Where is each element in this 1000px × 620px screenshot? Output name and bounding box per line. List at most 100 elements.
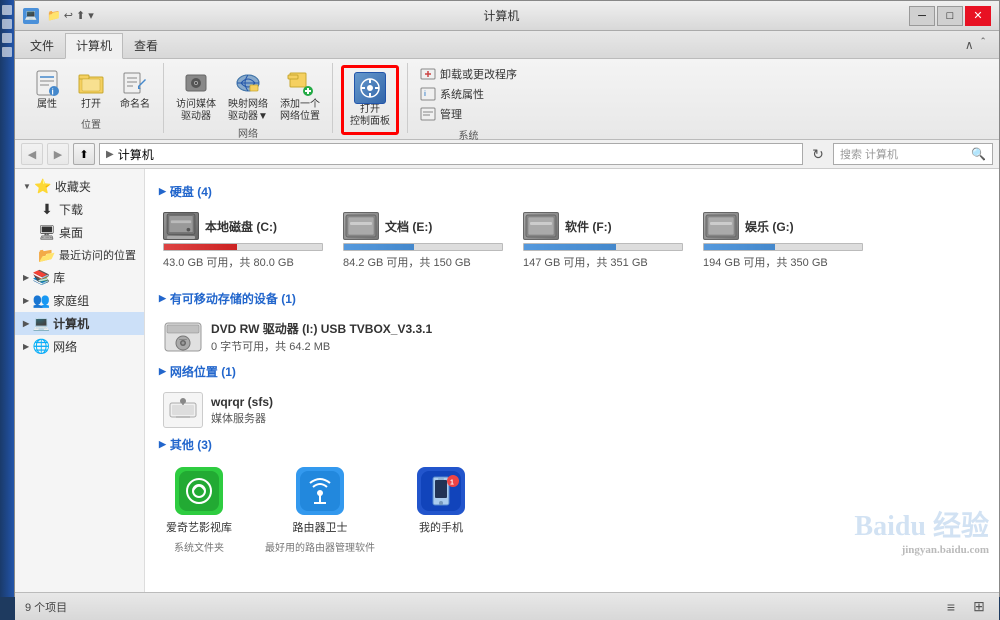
network-group-label: 网络 bbox=[238, 125, 258, 140]
other-grid: 爱奇艺影视库 系统文件夹 路由 bbox=[159, 461, 985, 560]
myphone-item[interactable]: 1 我的手机 bbox=[401, 461, 481, 560]
close-button[interactable]: ✕ bbox=[965, 6, 991, 26]
open-cp-button[interactable]: 打开控制面板 bbox=[346, 70, 394, 130]
uninstall-button[interactable]: 卸载或更改程序 bbox=[416, 65, 521, 83]
properties-icon: i bbox=[31, 67, 63, 99]
disk-g-bar-container bbox=[703, 243, 863, 251]
open-label: 打开 bbox=[81, 99, 101, 111]
forward-button[interactable]: ▶ bbox=[47, 143, 69, 165]
homegroup-icon: 👥 bbox=[33, 293, 49, 309]
title-bar-left: 💻 📁 ↩ ⬆ ▾ bbox=[23, 8, 94, 24]
network-location-info: wqrqr (sfs) 媒体服务器 bbox=[211, 395, 273, 426]
network-icon: 🌐 bbox=[33, 339, 49, 355]
network-location-icon bbox=[163, 392, 203, 428]
search-icon: 🔍 bbox=[971, 147, 986, 161]
favorites-icon: ⭐ bbox=[35, 179, 51, 195]
access-media-button[interactable]: 访问媒体驱动器 bbox=[172, 65, 220, 125]
address-bar: ◀ ▶ ⬆ ▶ 计算机 ↻ 搜索 计算机 🔍 bbox=[15, 140, 999, 169]
removable-header: 有可移动存储的设备 (1) bbox=[159, 290, 985, 307]
tab-computer[interactable]: 计算机 bbox=[65, 33, 123, 59]
title-bar: 💻 📁 ↩ ⬆ ▾ 计算机 ─ □ ✕ bbox=[15, 1, 999, 31]
window-title: 计算机 bbox=[483, 7, 519, 24]
add-location-label: 添加一个网络位置 bbox=[280, 99, 320, 123]
disk-e-name: 文档 (E:) bbox=[385, 218, 432, 235]
network-location-name: wqrqr (sfs) bbox=[211, 395, 273, 409]
sidebar-item-homegroup[interactable]: ▶ 👥 家庭组 bbox=[15, 289, 144, 312]
manage-button[interactable]: 管理 bbox=[416, 105, 521, 123]
disk-f-name: 软件 (F:) bbox=[565, 218, 612, 235]
iqiyi-sub: 系统文件夹 bbox=[174, 539, 224, 554]
disk-e[interactable]: 文档 (E:) 84.2 GB 可用，共 150 GB bbox=[339, 208, 507, 274]
disk-f[interactable]: 软件 (F:) 147 GB 可用，共 351 GB bbox=[519, 208, 687, 274]
map-drive-button[interactable]: 映射网络驱动器▼ bbox=[224, 65, 272, 125]
router-item[interactable]: 路由器卫士 最好用的路由器管理软件 bbox=[259, 461, 381, 560]
sidebar-item-favorites[interactable]: ▼ ⭐ 收藏夹 bbox=[15, 175, 144, 198]
sidebar-item-recent[interactable]: 📂 最近访问的位置 bbox=[15, 244, 144, 266]
maximize-button[interactable]: □ bbox=[937, 6, 963, 26]
other-title: 其他 (3) bbox=[170, 436, 212, 453]
homegroup-label: 家庭组 bbox=[53, 292, 89, 309]
network-location-item[interactable]: wqrqr (sfs) 媒体服务器 bbox=[159, 388, 985, 432]
search-box[interactable]: 搜索 计算机 🔍 bbox=[833, 143, 993, 165]
dvd-drive-item[interactable]: DVD RW 驱动器 (I:) USB TVBOX_V3.3.1 0 字节可用，… bbox=[159, 315, 985, 359]
rename-button[interactable]: 命名名 bbox=[115, 65, 155, 113]
router-icon bbox=[296, 467, 344, 515]
sidebar-item-library[interactable]: ▶ 📚 库 bbox=[15, 266, 144, 289]
window: 💻 📁 ↩ ⬆ ▾ 计算机 ─ □ ✕ 文件 计算机 查看 ∧ ＾ bbox=[14, 0, 1000, 597]
address-path[interactable]: ▶ 计算机 bbox=[99, 143, 803, 165]
iqiyi-name: 爱奇艺影视库 bbox=[166, 519, 232, 535]
taskbar-icon bbox=[2, 19, 12, 29]
downloads-icon: ⬇ bbox=[39, 202, 55, 218]
disk-c-header: 本地磁盘 (C:) bbox=[163, 212, 323, 240]
add-location-button[interactable]: 添加一个网络位置 bbox=[276, 65, 324, 125]
open-cp-highlight: 打开控制面板 bbox=[341, 65, 399, 135]
ribbon-group-cp: 打开控制面板 bbox=[333, 63, 408, 133]
disk-g-name: 娱乐 (G:) bbox=[745, 218, 794, 235]
sidebar-item-computer[interactable]: ▶ 💻 计算机 bbox=[15, 312, 144, 335]
myphone-icon: 1 bbox=[417, 467, 465, 515]
cp-icon-box bbox=[354, 72, 386, 104]
access-media-icon bbox=[180, 67, 212, 99]
open-cp-icon bbox=[354, 72, 386, 104]
disk-g[interactable]: 娱乐 (G:) 194 GB 可用，共 350 GB bbox=[699, 208, 867, 274]
up-button[interactable]: ⬆ bbox=[73, 143, 95, 165]
status-bar-right: ≡ ⊞ bbox=[941, 597, 989, 617]
recent-icon: 📂 bbox=[39, 247, 55, 263]
tab-view[interactable]: 查看 bbox=[123, 33, 169, 58]
ribbon-content: i 属性 打开 bbox=[15, 59, 999, 139]
list-view-button[interactable]: ≡ bbox=[941, 597, 961, 617]
open-button[interactable]: 打开 bbox=[71, 65, 111, 113]
disk-c[interactable]: 本地磁盘 (C:) 43.0 GB 可用，共 80.0 GB bbox=[159, 208, 327, 274]
ribbon-location-items: i 属性 打开 bbox=[27, 65, 155, 113]
sidebar-item-downloads[interactable]: ⬇ 下载 bbox=[15, 198, 144, 221]
ribbon-network-items: 访问媒体驱动器 bbox=[172, 65, 324, 125]
router-sub: 最好用的路由器管理软件 bbox=[265, 539, 375, 554]
library-triangle: ▶ bbox=[23, 273, 29, 282]
tab-file[interactable]: 文件 bbox=[19, 33, 65, 58]
network-label: 网络 bbox=[53, 338, 77, 355]
favorites-triangle: ▼ bbox=[23, 182, 31, 191]
ribbon-collapse[interactable]: ∧ ＾ bbox=[959, 33, 995, 58]
desktop-label: 桌面 bbox=[59, 224, 83, 241]
sidebar-item-desktop[interactable]: 🖥 桌面 bbox=[15, 221, 144, 244]
dvd-info: DVD RW 驱动器 (I:) USB TVBOX_V3.3.1 0 字节可用，… bbox=[211, 320, 432, 354]
network-triangle: ▶ bbox=[23, 342, 29, 351]
icon-view-button[interactable]: ⊞ bbox=[969, 597, 989, 617]
disk-e-bar bbox=[344, 244, 414, 250]
back-button[interactable]: ◀ bbox=[21, 143, 43, 165]
disk-e-info: 84.2 GB 可用，共 150 GB bbox=[343, 254, 503, 270]
add-location-icon bbox=[284, 67, 316, 99]
refresh-button[interactable]: ↻ bbox=[807, 143, 829, 165]
ribbon-group-location: i 属性 打开 bbox=[19, 63, 164, 133]
sidebar-item-network[interactable]: ▶ 🌐 网络 bbox=[15, 335, 144, 358]
properties-button[interactable]: i 属性 bbox=[27, 65, 67, 113]
disk-g-bar bbox=[704, 244, 775, 250]
system-props-button[interactable]: i 系统属性 bbox=[416, 85, 521, 103]
content-area: 硬盘 (4) 本地磁盘 (C:) bbox=[145, 169, 999, 592]
path-arrow: ▶ bbox=[106, 149, 114, 160]
iqiyi-item[interactable]: 爱奇艺影视库 系统文件夹 bbox=[159, 461, 239, 560]
minimize-button[interactable]: ─ bbox=[909, 6, 935, 26]
disk-e-icon bbox=[343, 212, 379, 240]
path-segment: 计算机 bbox=[118, 146, 154, 163]
system-props-label: 系统属性 bbox=[440, 86, 484, 102]
